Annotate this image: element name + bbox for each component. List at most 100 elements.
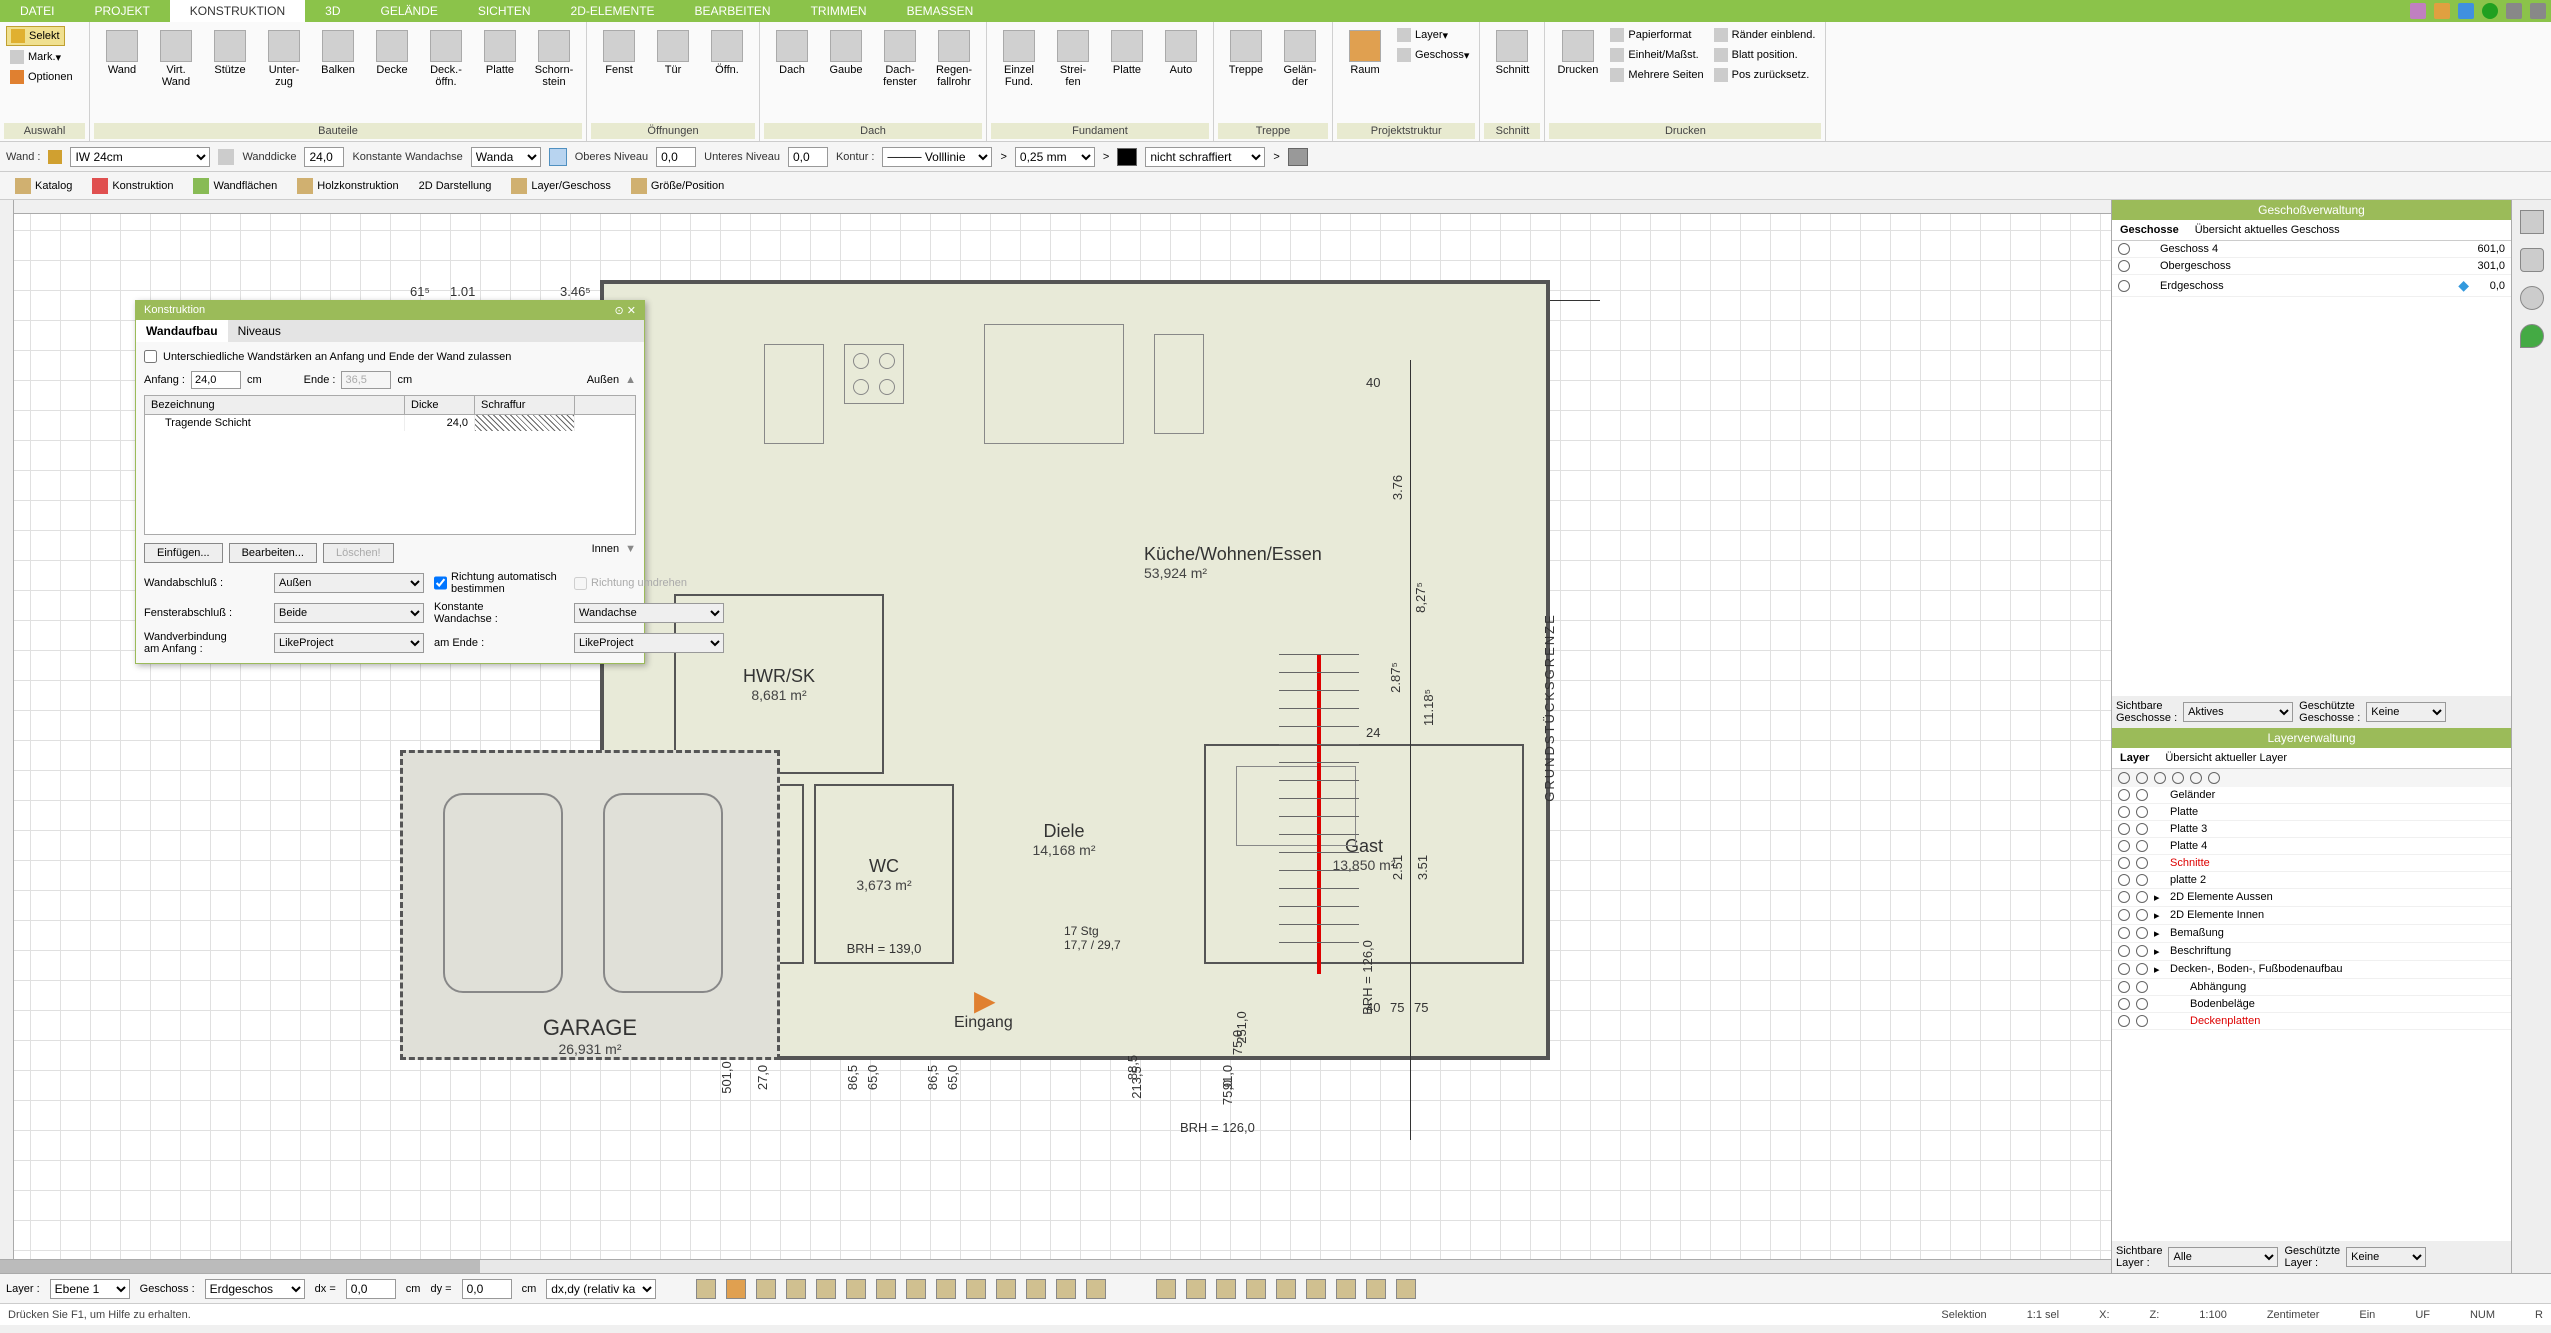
konst-achse-select[interactable]: Wandachse: [574, 603, 724, 623]
am-ende-select[interactable]: LikeProject: [574, 633, 724, 653]
view9-icon[interactable]: [1396, 1279, 1416, 1299]
snap10-icon[interactable]: [966, 1279, 986, 1299]
snap6-icon[interactable]: [846, 1279, 866, 1299]
layer-tool-icon[interactable]: [2154, 772, 2166, 784]
menu-3d[interactable]: 3D: [305, 0, 360, 22]
geschuetzte-layer-select[interactable]: Keine: [2346, 1247, 2426, 1267]
wandverbindung-select[interactable]: LikeProject: [274, 633, 424, 653]
dach-button[interactable]: Dach: [766, 26, 818, 80]
geschoss-button[interactable]: Geschoss ▾: [1393, 46, 1473, 64]
selekt-button[interactable]: Selekt: [6, 26, 65, 46]
layer-row[interactable]: ▸Beschriftung: [2112, 943, 2511, 961]
layers-icon[interactable]: [2520, 210, 2544, 234]
blatt-button[interactable]: Blatt position.: [1710, 46, 1820, 64]
mark-button[interactable]: Mark. ▾: [6, 48, 65, 66]
layergeschoss-button[interactable]: Layer/Geschoss: [502, 174, 619, 198]
treppe-button[interactable]: Treppe: [1220, 26, 1272, 80]
wandstaerken-check[interactable]: [144, 350, 157, 363]
snap11-icon[interactable]: [996, 1279, 1016, 1299]
dachfenster-button[interactable]: Dach- fenster: [874, 26, 926, 92]
oeffn-button[interactable]: Öffn.: [701, 26, 753, 80]
holz-button[interactable]: Holzkonstruktion: [288, 174, 407, 198]
layer-row[interactable]: platte 2: [2112, 872, 2511, 889]
layer-tool-icon[interactable]: [2136, 772, 2148, 784]
anfang-input[interactable]: [191, 371, 241, 389]
layer-row[interactable]: Geländer: [2112, 787, 2511, 804]
stuetze-button[interactable]: Stütze: [204, 26, 256, 80]
platte-button[interactable]: Platte: [474, 26, 526, 80]
wand-tool-icon[interactable]: [218, 149, 234, 165]
schnitt-button[interactable]: Schnitt: [1486, 26, 1538, 80]
tree-icon[interactable]: [2520, 324, 2544, 348]
papierformat-button[interactable]: Papierformat: [1606, 26, 1707, 44]
deckoeffn-button[interactable]: Deck.- öffn.: [420, 26, 472, 92]
menu-bemassen[interactable]: BEMASSEN: [887, 0, 994, 22]
menu-trimmen[interactable]: TRIMMEN: [791, 0, 887, 22]
bearbeiten-button[interactable]: Bearbeiten...: [229, 543, 317, 563]
kontur-color[interactable]: [1117, 148, 1137, 166]
mode-select[interactable]: dx,dy (relativ ka: [546, 1279, 656, 1299]
layer-tool-icon[interactable]: [2118, 772, 2130, 784]
unteres-input[interactable]: [788, 147, 828, 167]
canvas[interactable]: 61⁵ 1.01 3.46⁵ 40 4.01 2.63 4.01 40 2.26…: [0, 200, 2111, 1273]
down-arrow-icon[interactable]: ▼: [625, 543, 636, 563]
magic-icon[interactable]: [2410, 3, 2426, 19]
einzelfund-button[interactable]: Einzel Fund.: [993, 26, 1045, 92]
gelaender-button[interactable]: Gelän- der: [1274, 26, 1326, 92]
tab-layer[interactable]: Layer: [2112, 748, 2157, 768]
pin-icon[interactable]: ⊙: [615, 305, 624, 317]
tab-niveaus[interactable]: Niveaus: [228, 320, 291, 342]
layer-row[interactable]: Deckenplatten: [2112, 1013, 2511, 1030]
schraffur-color[interactable]: [1288, 148, 1308, 166]
layer-select[interactable]: Ebene 1: [50, 1279, 130, 1299]
view8-icon[interactable]: [1366, 1279, 1386, 1299]
tab-uebersicht-layer[interactable]: Übersicht aktueller Layer: [2157, 748, 2295, 768]
katalog-button[interactable]: Katalog: [6, 174, 81, 198]
fenst-button[interactable]: Fenst: [593, 26, 645, 80]
geschoss-row[interactable]: Erdgeschoss◆0,0: [2112, 275, 2511, 297]
geschuetzte-geschosse-select[interactable]: Keine: [2366, 702, 2446, 722]
menu-2d[interactable]: 2D-ELEMENTE: [551, 0, 675, 22]
fensterabschluss-select[interactable]: Beide: [274, 603, 424, 623]
sichtbare-geschosse-select[interactable]: Aktives: [2183, 702, 2293, 722]
view1-icon[interactable]: [1156, 1279, 1176, 1299]
minimize-icon[interactable]: [2506, 3, 2522, 19]
view4-icon[interactable]: [1246, 1279, 1266, 1299]
wand-select[interactable]: IW 24cm: [70, 147, 210, 167]
geschoss-select[interactable]: Erdgeschos: [205, 1279, 305, 1299]
snap-icon[interactable]: [696, 1279, 716, 1299]
layer-row[interactable]: Bodenbeläge: [2112, 996, 2511, 1013]
view7-icon[interactable]: [1336, 1279, 1356, 1299]
balken-button[interactable]: Balken: [312, 26, 364, 80]
geschoss-row[interactable]: Geschoss 4601,0: [2112, 241, 2511, 258]
snap14-icon[interactable]: [1086, 1279, 1106, 1299]
menu-datei[interactable]: DATEI: [0, 0, 74, 22]
layer-tool-icon[interactable]: [2208, 772, 2220, 784]
view6-icon[interactable]: [1306, 1279, 1326, 1299]
geschoss-row[interactable]: Obergeschoss301,0: [2112, 258, 2511, 275]
panel-close-icon[interactable]: ✕: [627, 305, 636, 317]
kontur-width-select[interactable]: 0,25 mm: [1015, 147, 1095, 167]
box-icon[interactable]: [2434, 3, 2450, 19]
virtwand-button[interactable]: Virt. Wand: [150, 26, 202, 92]
layer-row[interactable]: ▸Bemaßung: [2112, 925, 2511, 943]
einheit-button[interactable]: Einheit/Maßst.: [1606, 46, 1707, 64]
raum-button[interactable]: Raum: [1339, 26, 1391, 80]
layer-row[interactable]: ▸Decken-, Boden-, Fußbodenaufbau: [2112, 961, 2511, 979]
view5-icon[interactable]: [1276, 1279, 1296, 1299]
schornstein-button[interactable]: Schorn- stein: [528, 26, 580, 92]
achse-select[interactable]: Wanda: [471, 147, 541, 167]
sichtbare-layer-select[interactable]: Alle: [2168, 1247, 2278, 1267]
tab-uebersicht-geschoss[interactable]: Übersicht aktuelles Geschoss: [2187, 220, 2348, 240]
view2-icon[interactable]: [1186, 1279, 1206, 1299]
snap3-icon[interactable]: [756, 1279, 776, 1299]
schraffur-select[interactable]: nicht schraffiert: [1145, 147, 1265, 167]
table-row[interactable]: Tragende Schicht 24,0: [145, 415, 635, 431]
snap8-icon[interactable]: [906, 1279, 926, 1299]
drucken-button[interactable]: Drucken: [1551, 26, 1604, 80]
layer-tool-icon[interactable]: [2190, 772, 2202, 784]
target-icon[interactable]: [2520, 286, 2544, 310]
decke-button[interactable]: Decke: [366, 26, 418, 80]
chair-icon[interactable]: [2520, 248, 2544, 272]
snap13-icon[interactable]: [1056, 1279, 1076, 1299]
